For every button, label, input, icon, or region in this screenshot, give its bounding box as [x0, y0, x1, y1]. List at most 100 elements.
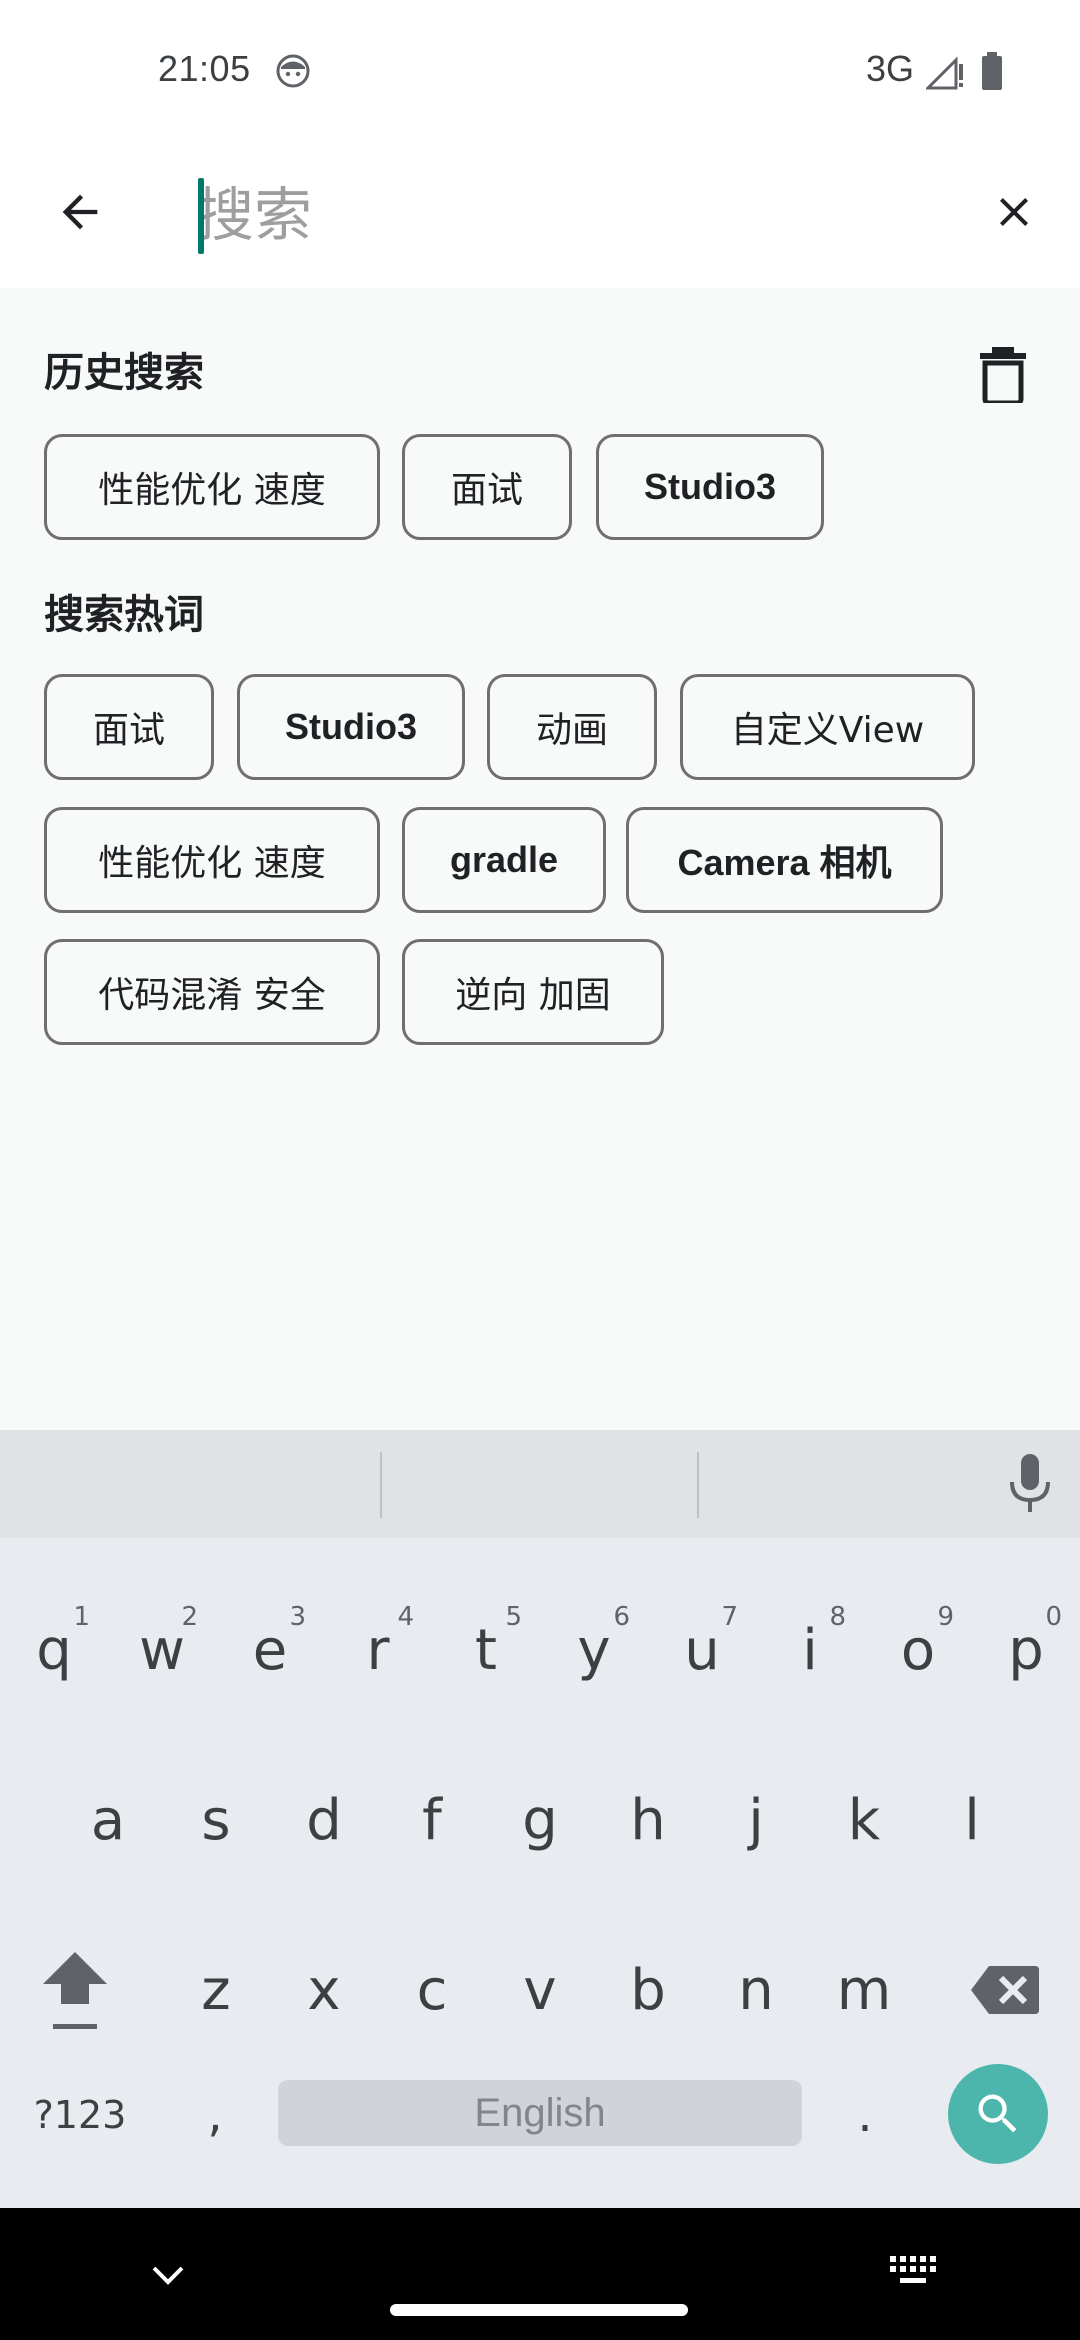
- search-content: 历史搜索 性能优化 速度 面试 Studio3 搜索热词 面试 Studio3 …: [0, 288, 1080, 1430]
- hot-chip[interactable]: 动画: [487, 674, 657, 780]
- suggestion-strip: [0, 1430, 1080, 1538]
- hot-chip[interactable]: Studio3: [237, 674, 465, 780]
- key-e[interactable]: e3: [216, 1590, 324, 1710]
- key-z[interactable]: z: [162, 1930, 270, 2050]
- key-n[interactable]: n: [702, 1930, 810, 2050]
- trash-icon: [980, 347, 1026, 403]
- key-label: b: [630, 1957, 666, 2023]
- hot-chip[interactable]: Camera 相机: [626, 807, 943, 913]
- key-i[interactable]: i8: [756, 1590, 864, 1710]
- key-s[interactable]: s: [162, 1760, 270, 1880]
- key-label: x: [307, 1957, 341, 2023]
- home-handle[interactable]: [390, 2304, 688, 2316]
- shift-icon: [43, 1952, 107, 2029]
- key-label: f: [422, 1787, 442, 1853]
- key-k[interactable]: k: [810, 1760, 918, 1880]
- key-label: j: [748, 1787, 764, 1853]
- key-label: o: [900, 1617, 936, 1683]
- key-label: a: [90, 1787, 126, 1853]
- key-b[interactable]: b: [594, 1930, 702, 2050]
- hot-chip[interactable]: 逆向 加固: [402, 939, 664, 1045]
- key-hint: 8: [829, 1602, 846, 1632]
- period-key[interactable]: .: [820, 2070, 910, 2160]
- key-h[interactable]: h: [594, 1760, 702, 1880]
- key-m[interactable]: m: [810, 1930, 918, 2050]
- hot-chip[interactable]: 面试: [44, 674, 214, 780]
- key-y[interactable]: y6: [540, 1590, 648, 1710]
- key-label: l: [964, 1787, 980, 1853]
- back-button[interactable]: [40, 172, 120, 252]
- key-label: i: [802, 1617, 818, 1683]
- search-input[interactable]: [196, 170, 956, 260]
- key-label: n: [738, 1957, 774, 2023]
- search-bar: [0, 140, 1080, 288]
- status-time: 21:05: [158, 48, 251, 89]
- microphone-icon: [1010, 1454, 1050, 1512]
- key-label: g: [522, 1787, 558, 1853]
- battery-icon: [982, 52, 1002, 90]
- symbols-key[interactable]: ?123: [20, 2070, 140, 2160]
- key-t[interactable]: t5: [432, 1590, 540, 1710]
- clear-button[interactable]: [974, 172, 1054, 252]
- key-label: r: [366, 1617, 390, 1683]
- soft-keyboard: ?123 , English . q1w2e3r4t5y6u7i8o9p0asd…: [0, 1430, 1080, 2208]
- comma-key[interactable]: ,: [170, 2070, 260, 2160]
- key-label: y: [577, 1617, 611, 1683]
- key-w[interactable]: w2: [108, 1590, 216, 1710]
- key-label: t: [475, 1617, 497, 1683]
- key-r[interactable]: r4: [324, 1590, 432, 1710]
- hot-chip[interactable]: 代码混淆 安全: [44, 939, 380, 1045]
- key-label: p: [1008, 1617, 1044, 1683]
- key-p[interactable]: p0: [972, 1590, 1080, 1710]
- key-d[interactable]: d: [270, 1760, 378, 1880]
- hot-chip[interactable]: gradle: [402, 807, 606, 913]
- voice-input-button[interactable]: [1002, 1450, 1058, 1518]
- history-chip[interactable]: 面试: [402, 434, 572, 540]
- key-x[interactable]: x: [270, 1930, 378, 2050]
- shift-key[interactable]: [20, 1930, 130, 2050]
- key-hint: 3: [289, 1602, 306, 1632]
- hot-chip[interactable]: 自定义View: [680, 674, 975, 780]
- key-label: d: [306, 1787, 342, 1853]
- history-chip[interactable]: Studio3: [596, 434, 824, 540]
- key-hint: 6: [613, 1602, 630, 1632]
- arrow-back-icon: [62, 194, 98, 230]
- signal-icon: [926, 56, 963, 90]
- key-label: q: [36, 1617, 72, 1683]
- key-label: e: [252, 1617, 288, 1683]
- key-v[interactable]: v: [486, 1930, 594, 2050]
- key-j[interactable]: j: [702, 1760, 810, 1880]
- key-label: c: [416, 1957, 448, 2023]
- key-hint: 5: [505, 1602, 522, 1632]
- key-label: v: [523, 1957, 557, 2023]
- key-hint: 1: [73, 1602, 90, 1632]
- keyboard-switch-icon[interactable]: [890, 2256, 936, 2290]
- key-f[interactable]: f: [378, 1760, 486, 1880]
- status-bar: 21:05 3G: [0, 0, 1080, 140]
- key-a[interactable]: a: [54, 1760, 162, 1880]
- key-label: u: [684, 1617, 720, 1683]
- key-u[interactable]: u7: [648, 1590, 756, 1710]
- backspace-key[interactable]: [950, 1930, 1060, 2050]
- key-q[interactable]: q1: [0, 1590, 108, 1710]
- key-g[interactable]: g: [486, 1760, 594, 1880]
- key-l[interactable]: l: [918, 1760, 1026, 1880]
- key-c[interactable]: c: [378, 1930, 486, 2050]
- suggestion-divider: [697, 1452, 699, 1518]
- hot-chip[interactable]: 性能优化 速度: [44, 807, 380, 913]
- key-o[interactable]: o9: [864, 1590, 972, 1710]
- key-label: s: [201, 1787, 231, 1853]
- key-hint: 9: [937, 1602, 954, 1632]
- space-key[interactable]: English: [278, 2080, 802, 2146]
- key-label: m: [836, 1957, 892, 2023]
- delete-history-button[interactable]: [966, 338, 1040, 412]
- search-icon: [978, 2094, 1017, 2133]
- hot-title: 搜索热词: [44, 592, 204, 638]
- backspace-icon: [971, 1966, 1039, 2014]
- keyboard-search-button[interactable]: [948, 2064, 1048, 2164]
- key-hint: 0: [1045, 1602, 1062, 1632]
- face-icon: [276, 54, 310, 88]
- chevron-down-icon[interactable]: [148, 2256, 188, 2296]
- key-label: h: [630, 1787, 666, 1853]
- history-chip[interactable]: 性能优化 速度: [44, 434, 380, 540]
